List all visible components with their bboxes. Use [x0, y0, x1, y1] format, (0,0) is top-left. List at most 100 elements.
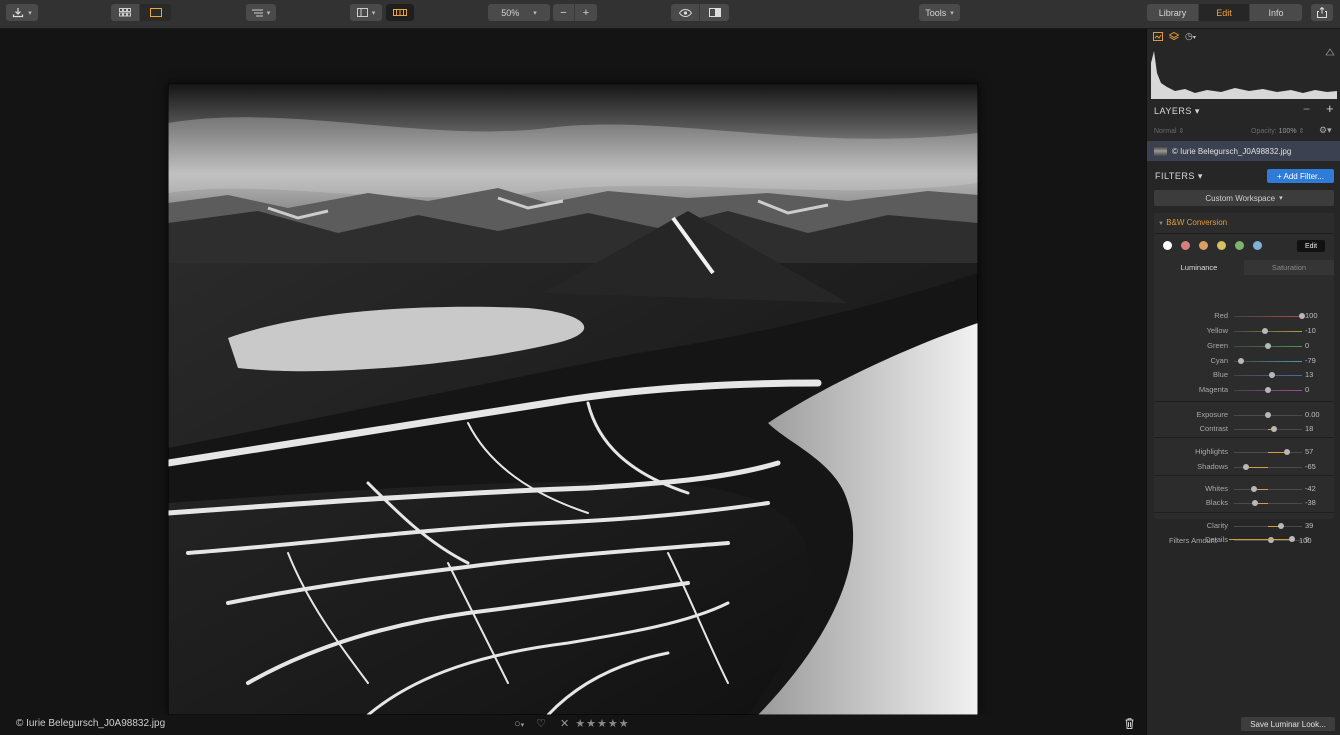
slider-value: -38 — [1305, 498, 1316, 507]
slider-value: -65 — [1305, 462, 1316, 471]
tab-luminance[interactable]: Luminance — [1154, 260, 1244, 275]
zoom-value: 50% — [501, 7, 520, 18]
slider-value: 0 — [1305, 385, 1310, 394]
divider — [1154, 475, 1334, 476]
edit-button[interactable]: Edit — [1297, 240, 1325, 252]
slider-label: Blacks — [1205, 498, 1228, 507]
zoom-in-button[interactable]: + — [575, 4, 597, 21]
filmstrip-button[interactable] — [386, 4, 414, 21]
history-icon[interactable]: ◷▾ — [1185, 31, 1196, 42]
slider-value: -79 — [1305, 356, 1316, 365]
layers-title[interactable]: LAYERS ▾ — [1154, 106, 1200, 117]
single-view-button[interactable] — [140, 4, 171, 21]
layers-icon[interactable] — [1169, 31, 1179, 41]
share-button[interactable] — [1311, 4, 1333, 21]
star-rating[interactable]: ★★★★★ — [575, 717, 629, 730]
edit-panel: ◷▾ LAYERS ▾ − + Normal ⇕ Opacity: 100% ⇕… — [1146, 29, 1340, 735]
slider-track[interactable] — [1234, 375, 1302, 376]
chevron-down-icon: ▾ — [371, 9, 376, 17]
opacity-control[interactable]: Opacity: 100% ⇕ — [1251, 127, 1304, 135]
slider-label: Cyan — [1210, 356, 1228, 365]
tab-info[interactable]: Info — [1250, 4, 1302, 21]
filters-amount-fill — [1229, 539, 1291, 540]
preview-button[interactable] — [671, 4, 700, 21]
color-label-icon[interactable]: ○▾ — [514, 718, 524, 730]
slider-contrast: Contrast 18 — [1154, 423, 1334, 435]
slider-track[interactable] — [1234, 489, 1302, 490]
grid-view-button[interactable] — [111, 4, 140, 21]
color-swatch-1[interactable] — [1181, 241, 1190, 250]
color-swatch-0[interactable] — [1163, 241, 1172, 250]
zoom-out-button[interactable]: − — [553, 4, 575, 21]
slider-knob[interactable] — [1238, 358, 1245, 364]
photo-preview[interactable] — [168, 83, 978, 715]
slider-value: -42 — [1305, 484, 1316, 493]
slider-fill — [1245, 467, 1268, 468]
reject-icon[interactable]: ✕ — [560, 717, 569, 730]
slider-value: 18 — [1305, 424, 1314, 433]
tab-library[interactable]: Library — [1147, 4, 1199, 21]
slider-knob[interactable] — [1284, 449, 1291, 455]
tab-edit[interactable]: Edit — [1199, 4, 1250, 21]
layer-item[interactable]: © Iurie Belegursch_J0A98832.jpg — [1147, 141, 1340, 161]
slider-label: Blue — [1212, 370, 1228, 379]
slider-value: 39 — [1305, 521, 1314, 530]
image-filename: © Iurie Belegursch_J0A98832.jpg — [16, 718, 166, 729]
sort-button[interactable]: ▾ — [246, 4, 276, 21]
plus-icon: + — [582, 6, 590, 19]
tab-saturation[interactable]: Saturation — [1244, 260, 1334, 275]
slider-knob[interactable] — [1242, 464, 1249, 470]
workspace-select[interactable]: Custom Workspace ▾ — [1154, 190, 1334, 206]
slider-knob[interactable] — [1261, 328, 1268, 334]
tools-menu-button[interactable]: Tools ▾ — [919, 4, 960, 21]
heart-icon[interactable]: ♡ — [536, 717, 546, 730]
trash-icon[interactable] — [1125, 718, 1134, 732]
slider-clarity: Clarity 39 — [1154, 520, 1334, 532]
color-swatch-4[interactable] — [1235, 241, 1244, 250]
filters-amount-knob[interactable] — [1289, 536, 1295, 542]
histogram-toggle-icon[interactable] — [1153, 31, 1163, 41]
slider-knob[interactable] — [1265, 412, 1271, 418]
image-canvas — [0, 29, 1146, 715]
slider-knob[interactable] — [1265, 387, 1271, 393]
slider-track[interactable] — [1234, 316, 1302, 317]
color-swatch-2[interactable] — [1199, 241, 1208, 250]
blend-mode-select[interactable]: Normal ⇕ — [1154, 127, 1184, 135]
color-swatch-3[interactable] — [1217, 241, 1226, 250]
eye-icon — [678, 8, 692, 17]
filters-title[interactable]: FILTERS ▾ — [1155, 171, 1203, 182]
mode-tabs: Library Edit Info — [1147, 4, 1302, 21]
chevron-down-icon: ▾ — [28, 9, 32, 17]
save-luminar-look-button[interactable]: Save Luminar Look... — [1241, 717, 1335, 731]
slider-knob[interactable] — [1250, 486, 1257, 492]
slider-label: Shadows — [1197, 462, 1228, 471]
tab-library-label: Library — [1158, 7, 1187, 18]
slider-track[interactable] — [1234, 331, 1302, 332]
chevron-down-icon: ▾ — [533, 9, 537, 17]
slider-track[interactable] — [1234, 361, 1302, 362]
slider-knob[interactable] — [1269, 372, 1276, 378]
slider-knob[interactable] — [1271, 426, 1278, 432]
slider-knob[interactable] — [1265, 343, 1271, 349]
compare-button[interactable] — [700, 4, 729, 21]
tools-label: Tools — [925, 7, 947, 18]
import-button[interactable]: ▾ — [6, 4, 38, 21]
split-view-icon — [708, 8, 721, 17]
remove-layer-button[interactable]: − — [1303, 102, 1310, 116]
slider-label: Contrast — [1199, 424, 1228, 433]
color-swatch-5[interactable] — [1253, 241, 1262, 250]
bw-conversion-header[interactable]: ▼ B&W Conversion — [1158, 218, 1227, 227]
rating-controls: ○▾ ♡ ✕ ★★★★★ — [514, 717, 630, 731]
add-layer-button[interactable]: + — [1326, 101, 1334, 116]
slider-knob[interactable] — [1278, 523, 1285, 529]
add-filter-button[interactable]: + Add Filter... — [1267, 169, 1334, 183]
zoom-select[interactable]: 50% ▾ — [488, 4, 550, 21]
slider-knob[interactable] — [1252, 500, 1259, 506]
sidebar-toggle-button[interactable]: ▾ — [350, 4, 382, 21]
slider-knob[interactable] — [1268, 537, 1275, 543]
slider-green: Green 0 — [1154, 340, 1334, 352]
color-swatches — [1163, 241, 1262, 250]
slider-track[interactable] — [1234, 503, 1302, 504]
slider-label: Highlights — [1195, 447, 1228, 456]
gear-icon[interactable]: ⚙▾ — [1319, 125, 1332, 136]
